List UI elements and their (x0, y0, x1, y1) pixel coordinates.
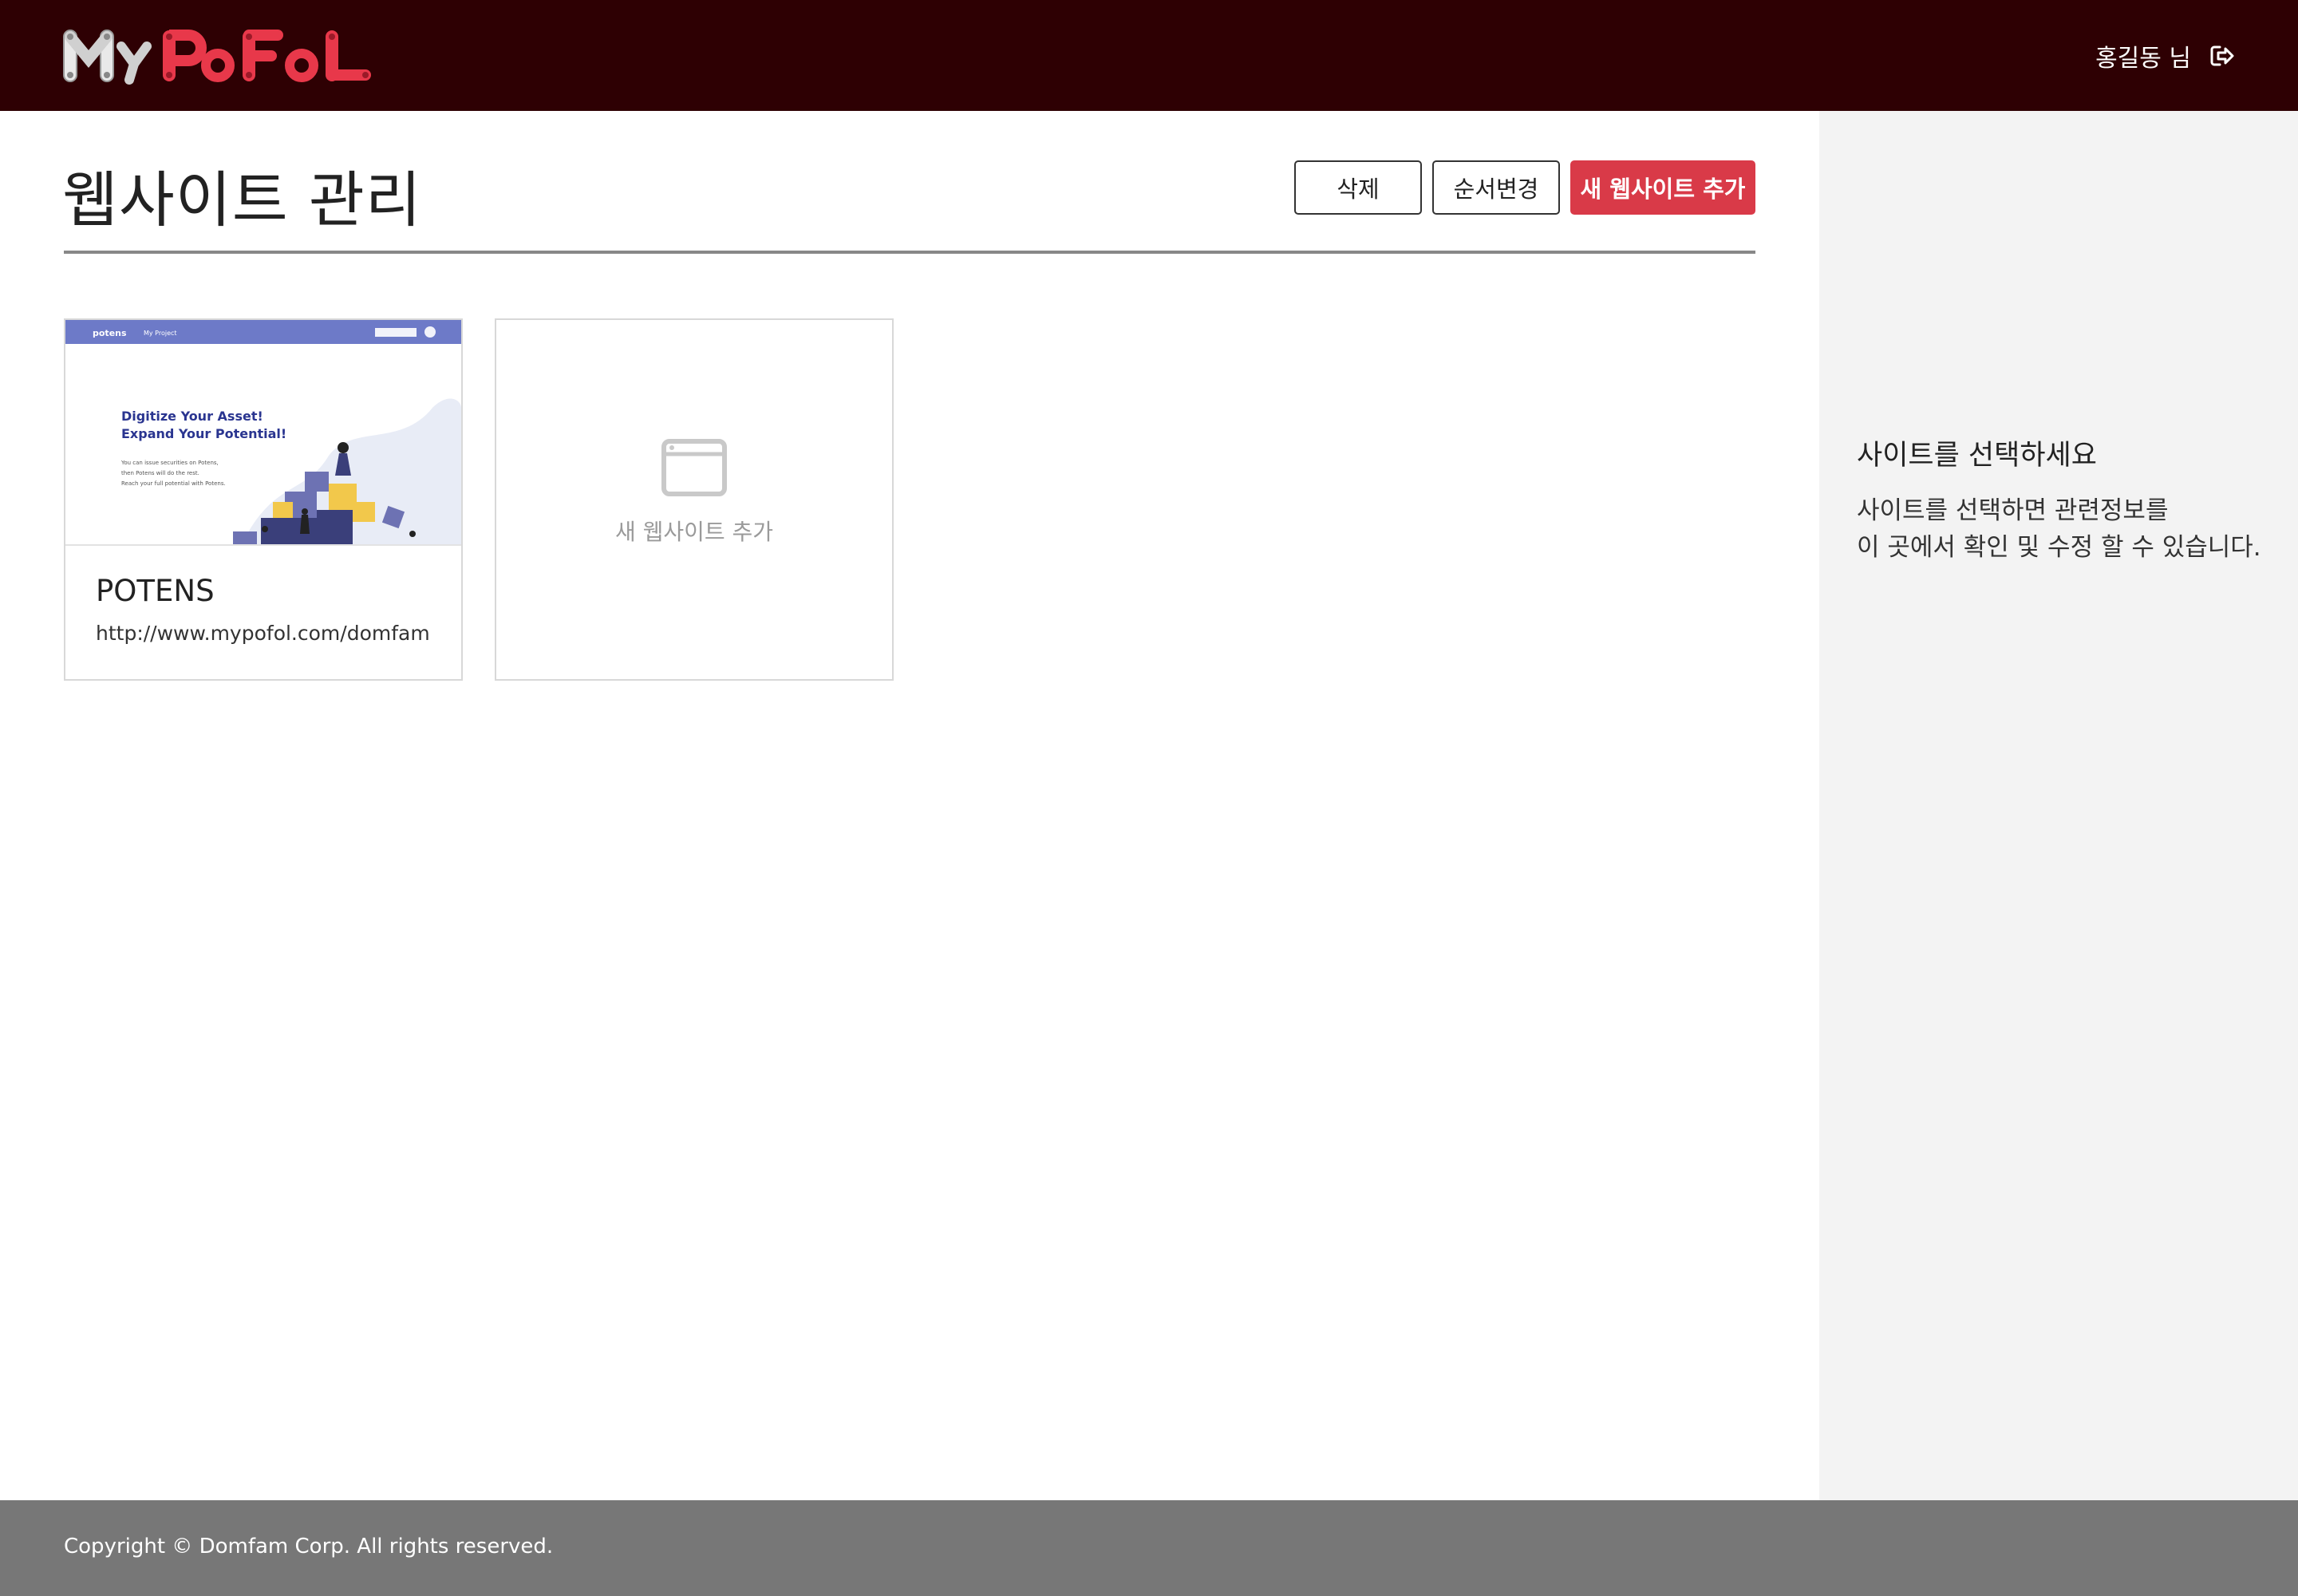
thumb-brand: potens (93, 328, 127, 338)
top-header: 홍길동 님 (0, 0, 2298, 111)
title-divider (64, 251, 1755, 254)
add-website-button[interactable]: 새 웹사이트 추가 (1570, 160, 1755, 215)
mypofol-logo[interactable] (62, 27, 373, 85)
reorder-button[interactable]: 순서변경 (1432, 160, 1560, 215)
sidebar-desc-line-2: 이 곳에서 확인 및 수정 할 수 있습니다. (1857, 533, 2261, 562)
main-content: 웹사이트 관리 삭제 순서변경 새 웹사이트 추가 potens My Proj… (0, 111, 1819, 1500)
sign-out-icon[interactable] (2209, 42, 2236, 69)
website-card[interactable]: potens My Project Digitize Your Asset! E… (64, 318, 463, 681)
action-buttons: 삭제 순서변경 새 웹사이트 추가 (1294, 160, 1755, 215)
user-menu: 홍길동 님 (2095, 38, 2236, 73)
website-thumbnail: potens My Project Digitize Your Asset! E… (65, 320, 461, 546)
sidebar-title: 사이트를 선택하세요 (1857, 440, 2097, 472)
thumb-headline-2: Expand Your Potential! (121, 426, 286, 441)
thumb-body-2: then Potens will do the rest. (121, 470, 199, 476)
sidebar-desc-line-1: 사이트를 선택하면 관련정보를 (1857, 496, 2169, 525)
user-name[interactable]: 홍길동 님 (2095, 38, 2191, 73)
browser-window-icon (661, 439, 727, 496)
logo-mark (63, 30, 371, 85)
website-list: potens My Project Digitize Your Asset! E… (64, 318, 894, 681)
thumb-headline-1: Digitize Your Asset! (121, 409, 263, 424)
detail-sidebar: 사이트를 선택하세요 사이트를 선택하면 관련정보를 이 곳에서 확인 및 수정… (1819, 111, 2298, 1500)
thumb-body-1: You can issue securities on Potens, (120, 460, 219, 466)
page-title: 웹사이트 관리 (62, 164, 422, 235)
thumb-body-3: Reach your full potential with Potens. (121, 480, 226, 487)
copyright-text: Copyright © Domfam Corp. All rights rese… (64, 1535, 554, 1558)
website-url: http://www.mypofol.com/domfam (96, 622, 430, 645)
page-footer: Copyright © Domfam Corp. All rights rese… (0, 1500, 2298, 1596)
add-website-card[interactable]: 새 웹사이트 추가 (495, 318, 894, 681)
delete-button[interactable]: 삭제 (1294, 160, 1422, 215)
sidebar-description: 사이트를 선택하면 관련정보를 이 곳에서 확인 및 수정 할 수 있습니다. (1857, 492, 2261, 566)
add-website-label: 새 웹사이트 추가 (614, 519, 774, 545)
thumb-nav: My Project (144, 330, 177, 337)
website-name: POTENS (96, 574, 215, 608)
